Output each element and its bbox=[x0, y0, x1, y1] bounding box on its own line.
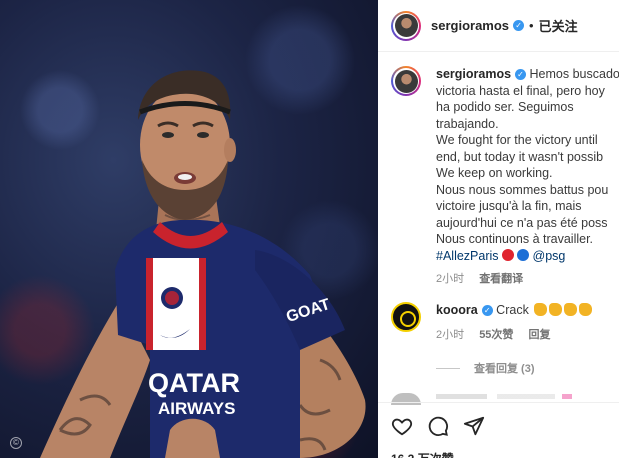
post-photo[interactable]: QATAR AIRWAYS GOAT © bbox=[0, 0, 378, 458]
caption-line: ha podido ser. Seguimos bbox=[436, 100, 574, 114]
caption-text: sergioramos ✓ Hemos buscado victoria hast… bbox=[436, 66, 619, 264]
caption-line: We keep on working. bbox=[436, 166, 553, 180]
verified-badge-icon: ✓ bbox=[513, 20, 525, 31]
verified-badge-icon: ✓ bbox=[515, 69, 527, 81]
clap-emoji-icon bbox=[534, 303, 548, 316]
post-actions bbox=[378, 402, 619, 437]
header-separator: • bbox=[529, 18, 534, 33]
view-replies-button[interactable]: 查看回复 (3) bbox=[436, 360, 535, 376]
caption-line: aujourd'hui ce n'a pas été poss bbox=[436, 215, 608, 230]
comment-text: kooora ✓ Crack bbox=[436, 302, 619, 318]
following-button[interactable]: 已关注 bbox=[539, 16, 578, 35]
caption-avatar[interactable] bbox=[391, 66, 421, 96]
next-comment-partial bbox=[436, 394, 606, 399]
comment-item: kooora ✓ Crack 2小时 55次赞 回复 bbox=[391, 302, 619, 342]
hashtag-link[interactable]: #AllezParis bbox=[436, 249, 499, 263]
jersey-sponsor-line1: QATAR bbox=[148, 368, 240, 398]
author-avatar[interactable] bbox=[391, 10, 421, 41]
caption-meta: 2小时 查看翻译 bbox=[436, 270, 619, 286]
share-icon[interactable] bbox=[463, 415, 485, 437]
muscle-emoji-icon bbox=[579, 303, 593, 316]
player-illustration: QATAR AIRWAYS GOAT bbox=[40, 70, 366, 458]
comment-meta: 2小时 55次赞 回复 bbox=[436, 326, 619, 342]
post-header: sergioramos ✓ • 已关注 bbox=[378, 0, 619, 52]
clap-emoji-icon bbox=[549, 303, 563, 316]
caption-line: We fought for the victory until bbox=[436, 133, 598, 147]
author-username[interactable]: sergioramos bbox=[431, 18, 509, 33]
caption-line: victoria hasta el final, pero hoy bbox=[436, 83, 605, 98]
commenter-avatar[interactable] bbox=[391, 302, 421, 332]
comment-icon[interactable] bbox=[427, 415, 449, 437]
post-sidebar: sergioramos ✓ • 已关注 sergioramos ✓ Hemos b… bbox=[378, 0, 619, 458]
comment-time: 2小时 bbox=[436, 329, 465, 341]
muscle-emoji-icon bbox=[564, 303, 578, 316]
caption-username[interactable]: sergioramos bbox=[436, 67, 511, 81]
watermark: © bbox=[10, 437, 22, 449]
caption-line: Nous nous sommes battus pou bbox=[436, 182, 609, 197]
replies-divider bbox=[436, 367, 460, 369]
caption-line: Nous continuons à travailler. bbox=[436, 232, 594, 246]
heart-icon[interactable] bbox=[391, 415, 413, 437]
mention-link[interactable]: @psg bbox=[533, 249, 566, 263]
blue-circle-emoji-icon bbox=[517, 248, 530, 261]
view-replies-label: 查看回复 (3) bbox=[474, 363, 535, 375]
caption-line: Hemos buscado bbox=[529, 67, 619, 81]
red-circle-emoji-icon bbox=[502, 248, 515, 261]
likes-count[interactable]: 16.2 万次赞 bbox=[391, 450, 454, 458]
jersey-sponsor-line2: AIRWAYS bbox=[158, 399, 235, 418]
commenter-username[interactable]: kooora bbox=[436, 303, 478, 317]
caption-time: 2小时 bbox=[436, 273, 465, 285]
caption-line: victoire jusqu'à la fin, mais bbox=[436, 199, 582, 213]
see-translation-button[interactable]: 查看翻译 bbox=[479, 273, 523, 285]
caption-line: end, but today it wasn't possib bbox=[436, 149, 604, 164]
post-caption: sergioramos ✓ Hemos buscado victoria hast… bbox=[391, 66, 619, 286]
caption-line: trabajando. bbox=[436, 116, 499, 131]
comment-likes[interactable]: 55次赞 bbox=[479, 329, 513, 341]
reply-button[interactable]: 回复 bbox=[529, 329, 551, 341]
comment-body: Crack bbox=[496, 303, 529, 317]
verified-badge-icon: ✓ bbox=[481, 305, 493, 317]
